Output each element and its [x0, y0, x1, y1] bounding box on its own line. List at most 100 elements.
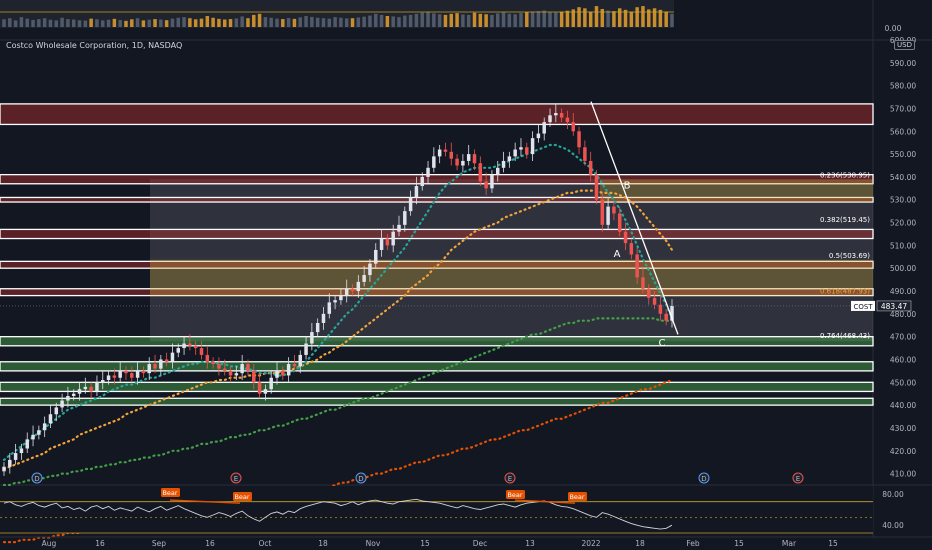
candle-body	[420, 176, 424, 187]
volume-bar	[344, 18, 349, 27]
volume-bar	[48, 19, 53, 27]
price-tick-label: 540.00	[890, 173, 916, 182]
candle-body	[101, 380, 105, 383]
volume-bar	[362, 16, 366, 27]
candle-body	[147, 364, 151, 374]
volume-bar	[327, 18, 332, 27]
price-tick-label: 410.00	[890, 470, 916, 479]
time-axis[interactable]: Aug 16 Sep 16 Oct 18 Nov 15 Dec 13 2022 18 Feb 15 Mar 1…	[0, 536, 932, 548]
time-tick-label: 15	[734, 539, 744, 548]
volume-bar	[374, 13, 378, 27]
volume-bar	[193, 19, 198, 27]
price-tick-label: 590.00	[890, 59, 916, 68]
candle-body	[106, 375, 111, 381]
volume-bar	[432, 13, 436, 27]
candle-body	[588, 160, 593, 175]
volume-bar	[455, 13, 459, 27]
volume-bar	[321, 18, 326, 27]
candle-body	[391, 231, 395, 246]
candle-body	[170, 352, 175, 362]
volume-bar	[112, 18, 117, 27]
candle-body	[310, 332, 314, 344]
volume-bar	[664, 11, 668, 27]
time-tick-label: Nov	[366, 539, 381, 548]
volume-bar	[275, 18, 279, 27]
volume-bar	[612, 11, 616, 27]
candle-body	[647, 288, 651, 298]
volume-bar	[472, 12, 477, 27]
candle-body	[652, 297, 657, 305]
candle-body	[60, 400, 64, 408]
candle-body	[176, 348, 181, 353]
wave-label-b: B	[624, 180, 631, 191]
candle-body	[298, 354, 302, 367]
candle-body	[77, 389, 82, 394]
candle-body	[71, 393, 76, 396]
candle-body	[281, 370, 285, 376]
candle-body	[89, 386, 93, 392]
candle-body	[25, 439, 29, 449]
candle-body	[350, 288, 355, 292]
price-tick-label: 520.00	[890, 219, 916, 228]
volume-bar	[95, 19, 99, 27]
candle-body	[629, 243, 634, 255]
candle-body	[269, 377, 273, 390]
rsi-pane-bg	[0, 486, 873, 533]
time-tick-label: Aug	[42, 539, 57, 548]
time-tick-label: Mar	[782, 539, 797, 548]
candle-body	[124, 370, 128, 374]
candle-body	[8, 459, 12, 467]
volume-bar	[652, 8, 657, 28]
candle-body	[617, 213, 622, 232]
candle-body	[42, 423, 47, 431]
rsi-tick-label: 80.00	[882, 490, 904, 499]
candle-body	[228, 370, 233, 376]
candle-body	[257, 382, 262, 394]
volume-bar	[170, 18, 175, 27]
candle-body	[536, 133, 541, 139]
bear-label: Bear	[162, 489, 177, 497]
candle-body	[83, 386, 88, 390]
volume-bar	[54, 20, 59, 27]
price-tick-label: 490.00	[890, 287, 916, 296]
ticker-label: COST	[853, 303, 873, 311]
volume-bar	[577, 7, 581, 27]
volume-bar	[182, 17, 186, 27]
candle-body	[246, 364, 250, 371]
candle-body	[263, 389, 268, 394]
candle-body	[188, 343, 192, 346]
bear-label: Bear	[234, 493, 249, 501]
volume-bar	[501, 12, 506, 27]
candle-body	[577, 131, 581, 148]
candle-body	[344, 288, 349, 296]
volume-bar	[426, 11, 430, 27]
volume-bar	[495, 13, 500, 27]
volume-bar	[408, 14, 413, 27]
volume-bar	[141, 20, 146, 27]
candle-body	[495, 167, 500, 175]
volume-bar	[77, 20, 82, 27]
fib-band	[600, 179, 873, 203]
volume-bar	[222, 19, 227, 27]
candle-body	[31, 434, 35, 440]
time-tick-label: 13	[525, 539, 535, 548]
candle-body	[356, 281, 361, 292]
candle-body	[612, 206, 616, 214]
candle-body	[530, 138, 535, 155]
candle-body	[275, 370, 279, 378]
candle-body	[664, 313, 668, 321]
volume-bar	[559, 11, 564, 27]
candle-body	[403, 211, 407, 225]
candle-body	[437, 149, 442, 157]
candle-body	[426, 167, 430, 177]
candle-body	[641, 277, 645, 289]
chart-title: Costco Wholesale Corporation, 1D, NASDAQ	[6, 41, 183, 50]
currency-button[interactable]: USD	[894, 40, 915, 50]
volume-bar	[583, 8, 587, 28]
time-tick-label: 2022	[581, 539, 600, 548]
volume-bar	[89, 18, 93, 27]
candle-body	[141, 370, 146, 374]
candle-body	[408, 197, 413, 212]
time-tick-label: 15	[828, 539, 838, 548]
volume-bar	[147, 19, 151, 27]
